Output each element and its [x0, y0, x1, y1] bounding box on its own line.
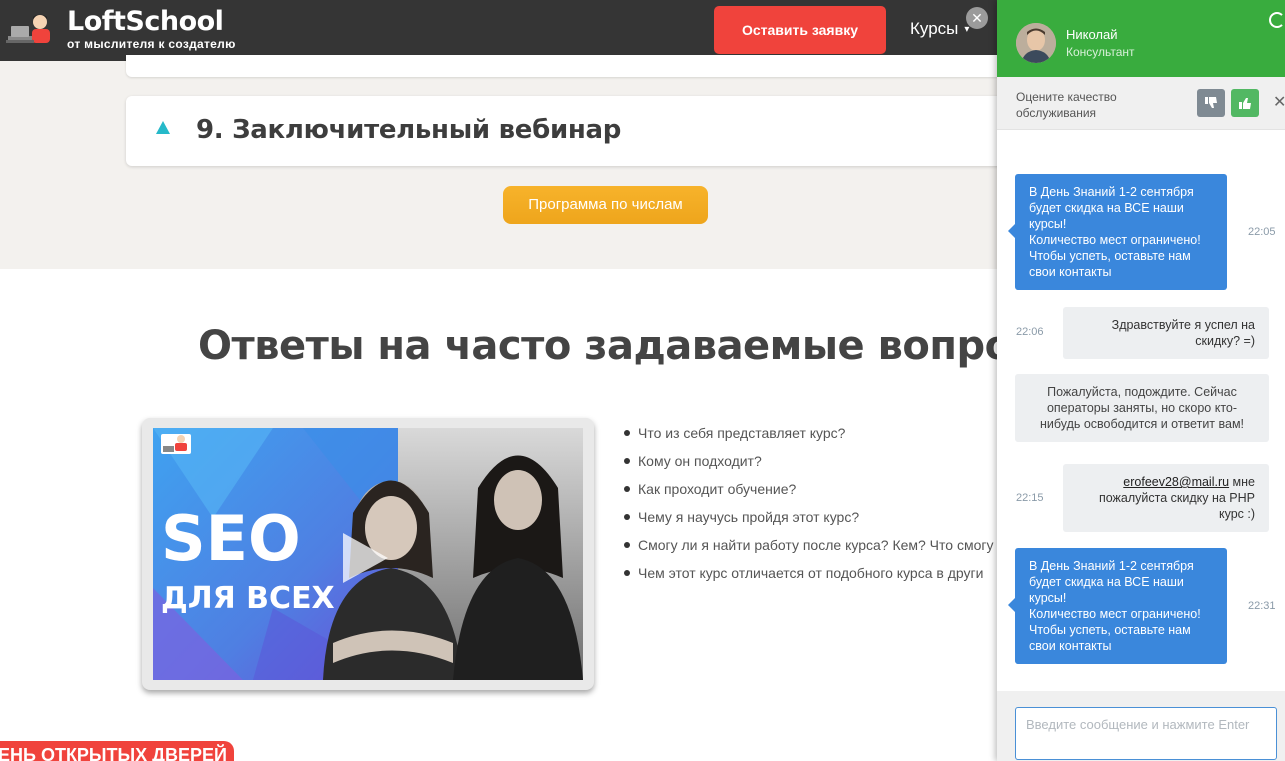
faq-question-item[interactable]: Чему я научусь пройдя этот курс? — [624, 508, 993, 536]
faq-question-item[interactable]: Как проходит обучение? — [624, 480, 993, 508]
message-incoming: В День Знаний 1-2 сентября будет скидка … — [1008, 548, 1227, 664]
rating-bar: Оцените качество обслуживания ✕ — [997, 77, 1285, 130]
faq-question-item[interactable]: Кому он подходит? — [624, 452, 993, 480]
thumbs-up-button[interactable] — [1231, 89, 1259, 117]
accordion-item-title: 9. Заключительный вебинар — [196, 115, 622, 145]
rating-prompt: Оцените качество обслуживания — [1016, 90, 1117, 120]
thumbs-up-icon — [1239, 98, 1251, 109]
message-outgoing: Здравствуйте я успел на скидку? =) — [1063, 307, 1269, 359]
thumbs-down-icon — [1205, 97, 1217, 108]
courses-menu[interactable]: Курсы ▾ — [910, 19, 969, 39]
courses-menu-label: Курсы — [910, 19, 959, 38]
chat-collapse-icon[interactable] — [1269, 12, 1285, 28]
video-title-line1: SEO — [161, 502, 301, 575]
chat-input-area — [997, 691, 1285, 761]
message-system: Пожалуйста, подождите. Сейчас операторы … — [1015, 374, 1269, 442]
operator-avatar — [1016, 23, 1056, 63]
logo-mascot-icon[interactable] — [6, 10, 54, 50]
message-incoming: В День Знаний 1-2 сентября будет скидка … — [1008, 174, 1227, 290]
message-outgoing: erofeev28@mail.ru мне пожалуйста скидку … — [1063, 464, 1269, 532]
faq-video-card[interactable]: SEO ДЛЯ ВСЕХ — [142, 418, 594, 690]
faq-question-list: Что из себя представляет курс? Кому он п… — [624, 424, 993, 592]
submit-request-button[interactable]: Оставить заявку — [714, 6, 886, 54]
message-time: 22:31 — [1248, 600, 1276, 612]
logo-title[interactable]: LoftSchool — [67, 6, 224, 37]
email-link[interactable]: erofeev28@mail.ru — [1123, 475, 1229, 489]
faq-question-item[interactable]: Чем этот курс отличается от подобного ку… — [624, 564, 993, 592]
faq-question-item[interactable]: Смогу ли я найти работу после курса? Кем… — [624, 536, 993, 564]
program-by-numbers-button[interactable]: Программа по числам — [503, 186, 708, 224]
chat-messages: В День Знаний 1-2 сентября будет скидка … — [997, 131, 1285, 691]
faq-question-item[interactable]: Что из себя представляет курс? — [624, 424, 993, 452]
chat-header: Николай Консультант — [997, 0, 1285, 77]
logo-tagline: от мыслителя к создателю — [67, 37, 236, 51]
message-time: 22:06 — [1016, 326, 1044, 338]
chat-message-input[interactable] — [1015, 707, 1277, 760]
video-thumbnail[interactable]: SEO ДЛЯ ВСЕХ — [153, 428, 583, 680]
message-time: 22:15 — [1016, 492, 1044, 504]
rating-close-icon[interactable]: ✕ — [1273, 92, 1285, 112]
triangle-up-icon — [156, 121, 170, 134]
video-title-line2: ДЛЯ ВСЕХ — [161, 581, 335, 616]
faq-heading: Ответы на часто задаваемые вопросы — [198, 323, 1071, 369]
operator-name: Николай — [1066, 27, 1118, 42]
thumbs-down-button[interactable] — [1197, 89, 1225, 117]
chat-widget: Николай Консультант Оцените качество обс… — [997, 0, 1285, 761]
message-time: 22:05 — [1248, 226, 1276, 238]
chat-close-icon[interactable]: ✕ — [966, 7, 988, 29]
accordion-item-final-webinar[interactable]: 9. Заключительный вебинар — [126, 96, 1006, 166]
open-days-banner[interactable]: ЕНЬ ОТКРЫТЫХ ДВЕРЕЙ — [0, 741, 234, 761]
operator-role: Консультант — [1066, 45, 1135, 59]
accordion-item-previous[interactable] — [126, 55, 1006, 77]
